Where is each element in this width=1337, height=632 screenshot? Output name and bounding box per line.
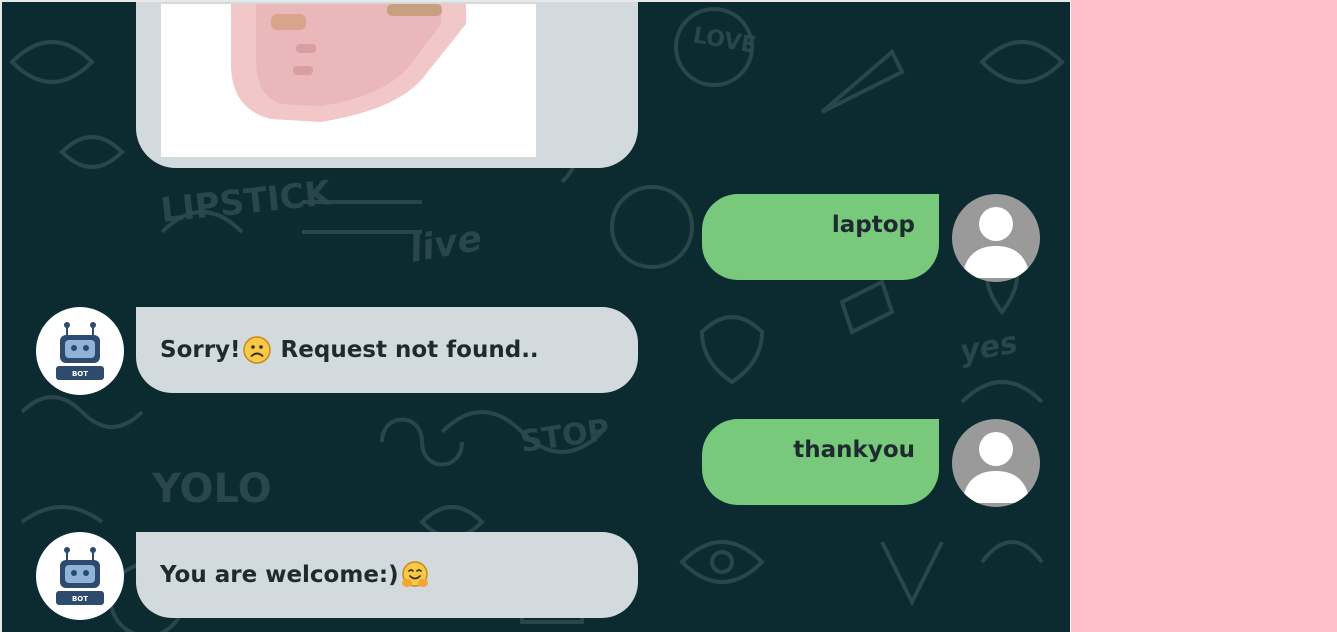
bot-message-text: You are welcome:) — [160, 562, 399, 588]
svg-text:YOLO: YOLO — [151, 466, 272, 512]
bot-avatar-label: BOT — [72, 370, 88, 378]
svg-text:yes: yes — [957, 325, 1020, 369]
bot-avatar: BOT — [36, 307, 124, 395]
chat-window[interactable]: LIPSTICK YOLO STOP LOVE live yes laptop — [0, 0, 1070, 632]
user-message: laptop — [702, 194, 939, 280]
user-message-text: laptop — [831, 212, 915, 238]
bot-message-text: Sorry! — [160, 337, 241, 363]
bot-message-text-suffix: Request not found.. — [272, 337, 539, 363]
robot-icon: BOT — [56, 547, 104, 605]
smartwatch-product-image[interactable] — [161, 4, 536, 157]
robot-icon: BOT — [56, 322, 104, 380]
bot-avatar: BOT — [36, 532, 124, 620]
svg-text:LIPSTICK: LIPSTICK — [159, 173, 335, 231]
user-avatar — [952, 194, 1040, 282]
smartwatch-icon — [231, 4, 466, 122]
bot-message: You are welcome:) — [136, 532, 638, 618]
user-avatar — [952, 419, 1040, 507]
bot-image-message — [136, 2, 638, 168]
bot-avatar-label: BOT — [72, 595, 88, 603]
svg-text:STOP: STOP — [518, 413, 612, 460]
bot-message: Sorry! Request not found.. — [136, 307, 638, 393]
svg-text:live: live — [406, 218, 485, 271]
side-panel — [1070, 0, 1337, 632]
frowning-face-icon — [242, 336, 271, 364]
user-icon — [962, 432, 1030, 503]
user-message-text: thankyou — [793, 437, 915, 463]
user-icon — [962, 207, 1030, 278]
hugging-face-icon — [401, 561, 428, 587]
user-message: thankyou — [702, 419, 939, 505]
